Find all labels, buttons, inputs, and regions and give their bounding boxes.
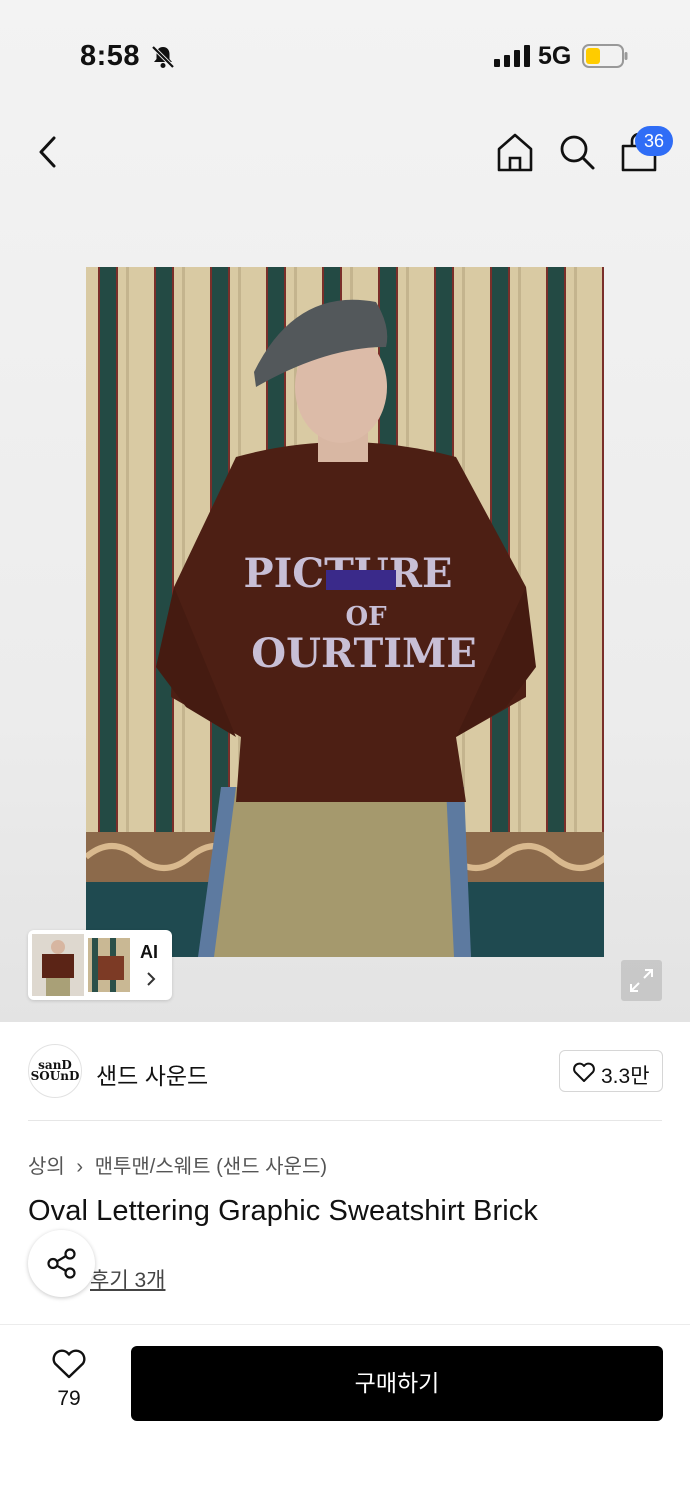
product-photo-illustration: PICTURE OF OURTIME [86, 267, 604, 957]
brand-logo[interactable]: sanD SOUnD [28, 1044, 82, 1098]
breadcrumb-item-subcategory[interactable]: 맨투맨/스웨트 (샌드 사운드) [95, 1156, 327, 1178]
network-type: 5G [538, 42, 572, 70]
print-line3: OURTIME [251, 630, 477, 677]
ai-label: AI [140, 942, 158, 962]
wishlist-count: 79 [57, 1387, 81, 1410]
search-icon[interactable] [556, 130, 598, 174]
footer-divider [0, 1324, 690, 1325]
share-icon [47, 1248, 76, 1279]
product-title: Oval Lettering Graphic Sweatshirt Brick [28, 1195, 538, 1227]
divider [28, 1120, 662, 1121]
top-nav [0, 120, 690, 184]
signal-icon [494, 45, 530, 67]
cart-count-badge: 36 [635, 126, 673, 156]
print-line2: OF [345, 602, 387, 632]
share-button[interactable] [28, 1230, 95, 1297]
expand-icon [630, 969, 653, 992]
status-bar: 8:58 5G [0, 0, 690, 110]
heart-icon [573, 1062, 595, 1082]
review-link[interactable]: 후기 3개 [90, 1264, 165, 1294]
home-icon[interactable] [494, 130, 536, 174]
thumbnail-1[interactable] [32, 934, 84, 996]
thumbnail-2[interactable] [88, 938, 130, 992]
heart-icon [52, 1349, 86, 1379]
expand-image-button[interactable] [621, 960, 662, 1001]
battery-icon [582, 44, 628, 68]
silent-bell-icon [151, 45, 175, 69]
chevron-right-icon [147, 972, 156, 986]
wishlist-button[interactable]: 79 [40, 1348, 98, 1418]
thumbnail-strip[interactable]: AI [28, 930, 172, 1000]
product-image[interactable]: PICTURE OF OURTIME [86, 267, 604, 957]
back-arrow-icon[interactable] [30, 132, 66, 172]
brand-like-count: 3.3만 [601, 1065, 650, 1088]
status-time: 8:58 [80, 40, 141, 72]
buy-button[interactable]: 구매하기 [131, 1346, 663, 1421]
brand-like-button[interactable]: 3.3만 [559, 1050, 663, 1092]
chevron-right-icon: › [76, 1156, 84, 1178]
breadcrumb: 상의 › 맨투맨/스웨트 (샌드 사운드) [28, 1150, 327, 1179]
brand-name[interactable]: 샌드 사운드 [96, 1057, 208, 1091]
breadcrumb-item-category[interactable]: 상의 [28, 1156, 65, 1178]
